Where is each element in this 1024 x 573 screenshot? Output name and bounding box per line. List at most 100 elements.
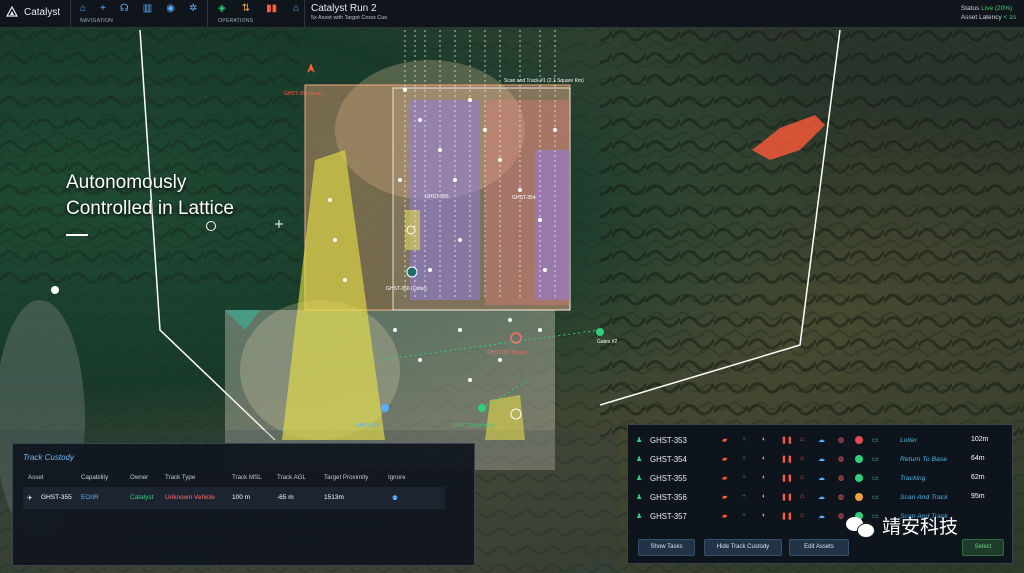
catalyst-logo-icon <box>6 6 18 17</box>
cell-owner: Catalyst <box>130 494 154 501</box>
battery-icon: ▭ <box>872 437 879 444</box>
drone-icon: ♟ <box>636 437 643 444</box>
asset-task: Scan And Track <box>900 494 948 501</box>
plus-icon[interactable]: + <box>742 455 746 462</box>
asset-row[interactable]: ♟ GHST-355 ▰ + ◐ ❚❚ ⌂ ☁ ◍ ▭ Tracking 62m <box>628 470 1012 489</box>
latency-value: < 1s <box>1003 14 1016 21</box>
cell-agl: -65 m <box>277 494 294 501</box>
camera-icon[interactable]: ◍ <box>838 493 844 501</box>
plus-icon[interactable]: + <box>100 3 106 14</box>
run-subtitle: 5x Asset with Target Cross Cue <box>311 15 388 21</box>
drone-icon: ♟ <box>636 456 643 463</box>
map-icon[interactable]: ◈ <box>218 3 226 14</box>
asset-row[interactable]: ♟ GHST-353 ▰ + ◐ ❚❚ ⌂ ☁ ◍ ▭ Loiter 102m <box>628 432 1012 451</box>
track-custody-panel: Track Custody Asset Capability Owner Tra… <box>12 443 475 566</box>
column-header: Track MSL <box>232 474 262 481</box>
pause-icon[interactable]: ❚❚ <box>781 474 793 482</box>
top-bar: Catalyst ⌂ + ☊ ▥ ◉ ✲ NAVIGATION ◈ ⇅ ▮▮ ⌂… <box>0 0 1024 28</box>
cell-track-type: Unknown Vehicle <box>165 494 215 501</box>
map-label: GHST-355 (Scan) <box>284 91 324 97</box>
battery-icon: ▭ <box>872 456 879 463</box>
add-user-icon[interactable]: ⚉ <box>392 494 398 502</box>
map-label: GHST-354 (Patrol) <box>453 423 495 429</box>
shield-icon[interactable]: ◐ <box>762 474 766 481</box>
asset-name: GHST-354 <box>650 455 687 464</box>
status-panel: Status Live (20%) Asset Latency < 1s <box>961 4 1016 22</box>
shield-icon[interactable]: ◐ <box>762 436 766 443</box>
asset-marker-icon[interactable] <box>596 328 604 336</box>
pause-icon[interactable]: ❚❚ <box>781 436 793 444</box>
camera-icon[interactable]: ◍ <box>838 474 844 482</box>
shield-icon[interactable]: ◐ <box>762 455 766 462</box>
asset-name: GHST-353 <box>650 436 687 445</box>
asset-marker-icon[interactable] <box>406 266 418 278</box>
home-icon[interactable]: ⌂ <box>800 512 804 519</box>
upload-icon[interactable]: ☁ <box>818 493 825 501</box>
home-icon[interactable]: ⌂ <box>800 455 804 462</box>
status-dot <box>855 493 863 501</box>
eye-icon[interactable]: ◉ <box>166 3 175 14</box>
shield-icon[interactable]: ◐ <box>762 512 766 519</box>
plus-icon[interactable]: + <box>742 474 746 481</box>
upload-icon[interactable]: ☁ <box>818 455 825 463</box>
pause-icon[interactable]: ❚❚ <box>781 455 793 463</box>
track-icon[interactable]: ▰ <box>722 436 727 444</box>
watermark-text: 靖安科技 <box>882 517 959 538</box>
upload-icon[interactable]: ☁ <box>818 436 825 444</box>
brand[interactable]: Catalyst <box>6 6 60 18</box>
asset-row[interactable]: ♟ GHST-354 ▰ + ◐ ❚❚ ⌂ ☁ ◍ ▭ Return To Ba… <box>628 451 1012 470</box>
map-label-scan-area: Scan and Track #1 (2.1 Square Km) <box>504 78 584 84</box>
home-icon[interactable]: ⌂ <box>800 436 804 443</box>
asset-row[interactable]: ♟ GHST-356 ▰ + ◐ ❚❚ ⌂ ☁ ◍ ▭ Scan And Tra… <box>628 489 1012 508</box>
status-label: Status <box>960 5 980 12</box>
shield-icon[interactable]: ◐ <box>762 493 766 500</box>
edit-assets-button[interactable]: Edit Assets <box>789 539 849 556</box>
asset-name: GHST-356 <box>650 493 687 502</box>
table-row[interactable]: ✈ GHST-355 EO/IR Catalyst Unknown Vehicl… <box>23 487 445 509</box>
pause-icon[interactable]: ▮▮ <box>266 3 277 14</box>
camera-icon[interactable]: ◍ <box>838 512 844 520</box>
map-label: GHST-357 (Scan) <box>487 350 527 356</box>
hide-track-custody-button[interactable]: Hide Track Custody <box>704 539 782 556</box>
show-tasks-button[interactable]: Show Tasks <box>638 539 695 556</box>
headline: Autonomously Controlled in Lattice <box>66 170 234 222</box>
cell-capability: EO/IR <box>81 494 99 501</box>
column-header: Track Type <box>165 474 196 481</box>
app-name: Catalyst <box>24 6 61 18</box>
track-icon[interactable]: ▰ <box>722 474 727 482</box>
pause-icon[interactable]: ❚❚ <box>781 512 793 520</box>
flight-icon[interactable]: ⇅ <box>242 3 250 14</box>
latency-label: Asset Latency <box>960 14 1002 21</box>
camera-icon[interactable]: ◍ <box>838 455 844 463</box>
drone-icon: ♟ <box>636 494 643 501</box>
plus-icon[interactable]: + <box>742 436 746 443</box>
asset-name: GHST-357 <box>650 512 687 521</box>
map-label: Gates #2 <box>597 339 618 345</box>
headset-icon[interactable]: ☊ <box>120 3 129 14</box>
home-icon[interactable]: ⌂ <box>293 3 299 14</box>
track-icon[interactable]: ▰ <box>722 512 727 520</box>
plus-icon[interactable]: + <box>742 493 746 500</box>
home-icon[interactable]: ⌂ <box>800 474 804 481</box>
plus-icon[interactable]: + <box>742 512 746 519</box>
select-button[interactable]: Select <box>962 539 1004 556</box>
column-header: Capability <box>81 474 109 481</box>
asset-marker-icon[interactable] <box>381 404 389 412</box>
map-label: GHST-356 (Loiter) <box>386 286 427 292</box>
cell-asset: GHST-355 <box>41 494 72 501</box>
track-icon[interactable]: ▰ <box>722 493 727 501</box>
assets-panel: ♟ GHST-353 ▰ + ◐ ❚❚ ⌂ ☁ ◍ ▭ Loiter 102m … <box>627 424 1013 564</box>
camera-icon[interactable]: ◍ <box>838 436 844 444</box>
drone-icon: ✈ <box>27 495 33 502</box>
gear-icon[interactable]: ✲ <box>189 3 197 14</box>
upload-icon[interactable]: ☁ <box>818 474 825 482</box>
track-icon[interactable]: ▰ <box>722 455 727 463</box>
asset-distance: 64m <box>971 455 985 462</box>
bar-chart-icon[interactable]: ▥ <box>143 3 152 14</box>
battery-icon: ▭ <box>872 475 879 482</box>
drone-icon: ♟ <box>636 513 643 520</box>
home-icon[interactable]: ⌂ <box>80 3 86 14</box>
upload-icon[interactable]: ☁ <box>818 512 825 520</box>
pause-icon[interactable]: ❚❚ <box>781 493 793 501</box>
home-icon[interactable]: ⌂ <box>800 493 804 500</box>
